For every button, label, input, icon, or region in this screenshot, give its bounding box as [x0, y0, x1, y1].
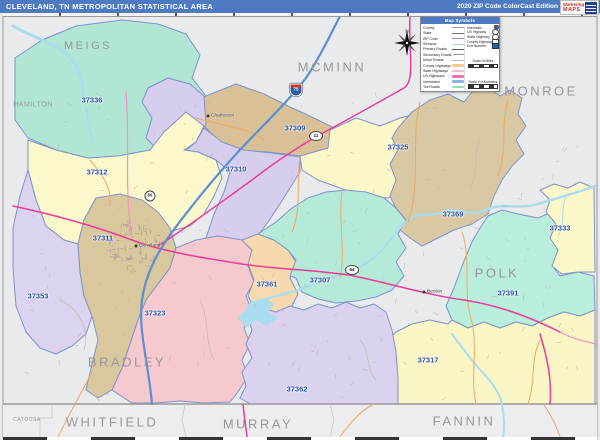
legend-item-label: Toll Roads [423, 85, 440, 90]
legend-item-state: State [423, 31, 464, 36]
legend-item-label: US Highways [423, 74, 445, 79]
legend-item-label: Streams [423, 42, 437, 47]
legend-item-primary-roads: Primary Roads [423, 47, 464, 52]
legend-item-us-highways: US Highways [423, 74, 464, 79]
scale-miles-bar [468, 63, 498, 68]
legend-item-swatch [452, 69, 464, 73]
publisher-logo-text: Marketing MAPS [561, 2, 585, 13]
legend-item-label: County Highways [423, 63, 451, 68]
legend-item-swatch [452, 59, 464, 61]
legend-item-label: Minor Roads [423, 58, 444, 63]
publisher-logo: Marketing MAPS [560, 0, 599, 15]
legend-item-label: County [423, 25, 435, 30]
legend-item-label: Interstates [423, 79, 440, 84]
compass-rose-icon: N [394, 29, 420, 56]
scale-kilometers: Scale in Kilometers [467, 80, 499, 90]
scale-km-label: Scale in Kilometers [468, 79, 498, 84]
legend-item-label: Secondary Roads [423, 52, 452, 57]
legend-item-swatch [452, 80, 464, 83]
scale-km-bar [468, 84, 498, 89]
legend-item-label: State [423, 31, 432, 36]
legend-marker-column: Interstate US Highway State Highway County … [464, 25, 499, 90]
map-title: CLEVELAND, TN METROPOLITAN STATISTICAL A… [6, 2, 214, 11]
legend-item-label: ZIP Code [423, 36, 439, 41]
legend-item-label: Primary Roads [423, 47, 447, 52]
logo-line2: MAPS [563, 6, 581, 13]
legend-item-swatch [452, 85, 464, 89]
edition-label: 2020 ZIP Code ColorCast Edition [456, 3, 558, 10]
legend-marker-label: Exit Number [467, 44, 487, 49]
legend-marker-label: State Highway [467, 34, 490, 39]
legend-item-swatch [452, 54, 465, 56]
legend-item-swatch [452, 48, 464, 50]
legend-marker-label: County Highway [467, 39, 493, 44]
scale-miles: Scale in Miles [467, 59, 499, 69]
legend-item-interstates: Interstates [423, 79, 464, 84]
legend-item-swatch [452, 32, 464, 34]
georgia-strip [3, 404, 597, 437]
top-neatline-ruler [3, 13, 597, 17]
legend-item-swatch [452, 27, 464, 29]
map-page: CLEVELAND, TN METROPOLITAN STATISTICAL A… [0, 0, 600, 440]
scale-miles-label: Scale in Miles [472, 59, 494, 64]
exit-icon [491, 43, 499, 50]
legend-item-county-highways: County Highways [423, 63, 464, 68]
legend-item-secondary-roads: Secondary Roads [423, 52, 465, 57]
legend-item-county: County [423, 26, 464, 31]
legend-item-label: State Highways [423, 68, 448, 73]
legend-marker-label: Interstate [467, 25, 482, 30]
legend-item-swatch [452, 64, 464, 67]
legend-boundary-column: County State ZIP Code Streams Primary Roads S… [423, 26, 465, 90]
legend-item-streams: Streams [423, 42, 464, 47]
legend-item-toll-roads: Toll Roads [423, 85, 464, 90]
logo-badge-icon [585, 1, 597, 14]
legend-title: Map Symbols [421, 17, 499, 24]
zip-region-37317 [379, 309, 596, 405]
map-canvas [2, 14, 598, 438]
legend-marker-label: US Highway [467, 30, 487, 35]
legend-item-minor-roads: Minor Roads [423, 58, 464, 63]
legend-item-swatch [452, 43, 464, 45]
legend-item-swatch [452, 75, 464, 78]
legend-item-swatch [452, 38, 464, 40]
legend: Map Symbols County State ZIP Code Streams Pr… [420, 16, 500, 92]
legend-body: County State ZIP Code Streams Primary Roads S… [421, 24, 499, 91]
legend-item-state-highways: State Highways [423, 69, 464, 74]
title-bar: CLEVELAND, TN METROPOLITAN STATISTICAL A… [0, 0, 600, 13]
legend-marker-exit: Exit Number [467, 43, 499, 50]
legend-item-zip-code: ZIP Code [423, 36, 464, 41]
